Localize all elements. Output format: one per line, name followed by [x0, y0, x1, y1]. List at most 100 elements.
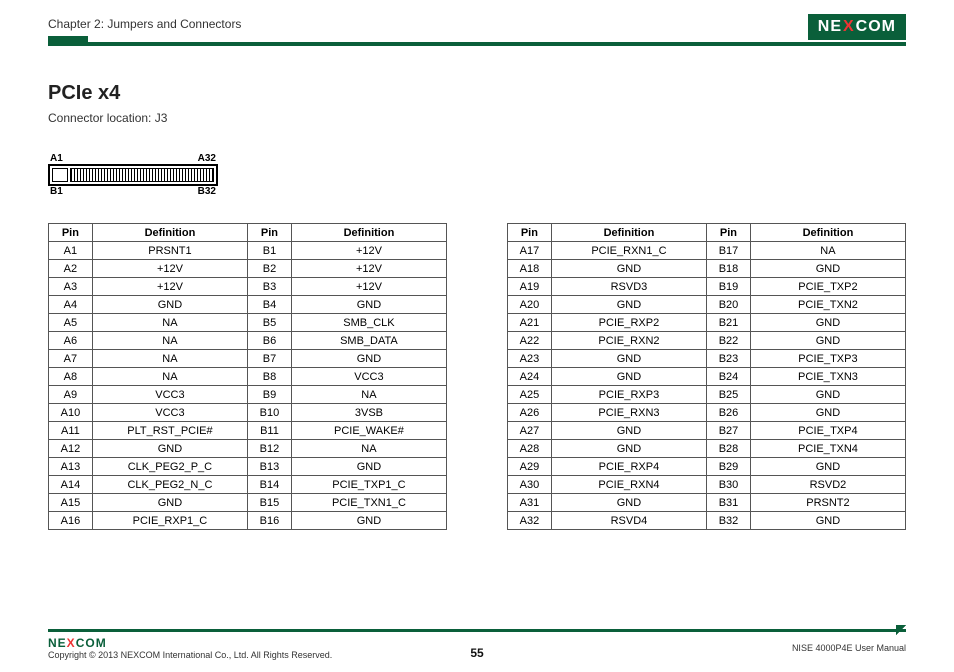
definition-cell: PCIE_RXP2 [551, 314, 706, 332]
definition-cell: PCIE_RXN3 [551, 404, 706, 422]
pin-cell: B18 [707, 260, 751, 278]
table-row: A15GNDB15PCIE_TXN1_C [49, 494, 447, 512]
logo-part-left: NE [818, 18, 842, 36]
definition-cell: PCIE_TXN2 [750, 296, 905, 314]
pin-cell: A3 [49, 278, 93, 296]
table-row: A11PLT_RST_PCIE#B11PCIE_WAKE# [49, 422, 447, 440]
pin-cell: A27 [508, 422, 552, 440]
pin-cell: A31 [508, 494, 552, 512]
pin-cell: B10 [248, 404, 292, 422]
table-row: A9VCC3B9NA [49, 386, 447, 404]
table-row: A25PCIE_RXP3B25GND [508, 386, 906, 404]
pin-cell: B29 [707, 458, 751, 476]
copyright-text: Copyright © 2013 NEXCOM International Co… [48, 650, 332, 660]
definition-cell: PRSNT2 [750, 494, 905, 512]
definition-cell: VCC3 [92, 404, 247, 422]
definition-cell: PCIE_TXN1_C [291, 494, 446, 512]
connector-diagram: A1 A32 B1 B32 [48, 153, 218, 197]
definition-cell: CLK_PEG2_N_C [92, 476, 247, 494]
pin-cell: B7 [248, 350, 292, 368]
definition-cell: GND [551, 494, 706, 512]
brand-logo: NEXCOM [808, 14, 906, 40]
definition-cell: PCIE_RXN2 [551, 332, 706, 350]
table-row: A32RSVD4B32GND [508, 512, 906, 530]
definition-cell: SMB_CLK [291, 314, 446, 332]
pin-cell: B28 [707, 440, 751, 458]
definition-cell: GND [750, 458, 905, 476]
definition-cell: +12V [291, 242, 446, 260]
pin-cell: A16 [49, 512, 93, 530]
pin-cell: A10 [49, 404, 93, 422]
th-pin-b: Pin [248, 224, 292, 242]
pin-cell: B25 [707, 386, 751, 404]
definition-cell: NA [291, 440, 446, 458]
table-row: A28GNDB28PCIE_TXN4 [508, 440, 906, 458]
definition-cell: PCIE_WAKE# [291, 422, 446, 440]
table-row: A20GNDB20PCIE_TXN2 [508, 296, 906, 314]
footer-logo: NEXCOM [48, 636, 107, 650]
th-def-a: Definition [551, 224, 706, 242]
table-row: A8NAB8VCC3 [49, 368, 447, 386]
definition-cell: PCIE_TXP1_C [291, 476, 446, 494]
connector-pins [70, 168, 214, 182]
pin-cell: B19 [707, 278, 751, 296]
logo-part-right: COM [856, 18, 896, 36]
table-row: A30PCIE_RXN4B30RSVD2 [508, 476, 906, 494]
definition-cell: VCC3 [291, 368, 446, 386]
pin-cell: B6 [248, 332, 292, 350]
definition-cell: GND [551, 368, 706, 386]
table-row: A18GNDB18GND [508, 260, 906, 278]
table-row: A27GNDB27PCIE_TXP4 [508, 422, 906, 440]
pin-cell: B31 [707, 494, 751, 512]
manual-name: NISE 4000P4E User Manual [792, 643, 906, 653]
header-accent [48, 42, 906, 46]
definition-cell: GND [551, 440, 706, 458]
pin-cell: A9 [49, 386, 93, 404]
table-row: A1PRSNT1B1+12V [49, 242, 447, 260]
pin-cell: B26 [707, 404, 751, 422]
table-row: A2+12VB2+12V [49, 260, 447, 278]
pin-cell: B17 [707, 242, 751, 260]
pin-cell: B23 [707, 350, 751, 368]
definition-cell: GND [551, 350, 706, 368]
pin-cell: B24 [707, 368, 751, 386]
definition-cell: GND [750, 332, 905, 350]
table-row: A12GNDB12NA [49, 440, 447, 458]
definition-cell: VCC3 [92, 386, 247, 404]
definition-cell: PCIE_TXP4 [750, 422, 905, 440]
definition-cell: GND [291, 458, 446, 476]
pin-cell: A1 [49, 242, 93, 260]
pin-cell: B4 [248, 296, 292, 314]
pin-cell: B32 [707, 512, 751, 530]
definition-cell: PRSNT1 [92, 242, 247, 260]
pin-cell: B21 [707, 314, 751, 332]
definition-cell: GND [750, 314, 905, 332]
definition-cell: GND [92, 440, 247, 458]
pin-cell: A5 [49, 314, 93, 332]
table-row: A29PCIE_RXP4B29GND [508, 458, 906, 476]
table-row: A10VCC3B103VSB [49, 404, 447, 422]
definition-cell: GND [291, 512, 446, 530]
pin-cell: B9 [248, 386, 292, 404]
table-row: A13CLK_PEG2_P_CB13GND [49, 458, 447, 476]
pin-cell: B27 [707, 422, 751, 440]
th-pin-a: Pin [49, 224, 93, 242]
pin-cell: B20 [707, 296, 751, 314]
definition-cell: RSVD2 [750, 476, 905, 494]
definition-cell: CLK_PEG2_P_C [92, 458, 247, 476]
definition-cell: GND [551, 296, 706, 314]
table-row: A4GNDB4GND [49, 296, 447, 314]
pin-cell: A30 [508, 476, 552, 494]
table-header-row: Pin Definition Pin Definition [508, 224, 906, 242]
definition-cell: GND [750, 404, 905, 422]
pin-cell: B2 [248, 260, 292, 278]
pin-cell: A17 [508, 242, 552, 260]
definition-cell: GND [750, 260, 905, 278]
diagram-label-a32: A32 [198, 153, 216, 164]
definition-cell: PCIE_RXP4 [551, 458, 706, 476]
pin-cell: B12 [248, 440, 292, 458]
pin-cell: A22 [508, 332, 552, 350]
footer-logo-right: COM [76, 636, 107, 650]
definition-cell: SMB_DATA [291, 332, 446, 350]
definition-cell: +12V [291, 278, 446, 296]
